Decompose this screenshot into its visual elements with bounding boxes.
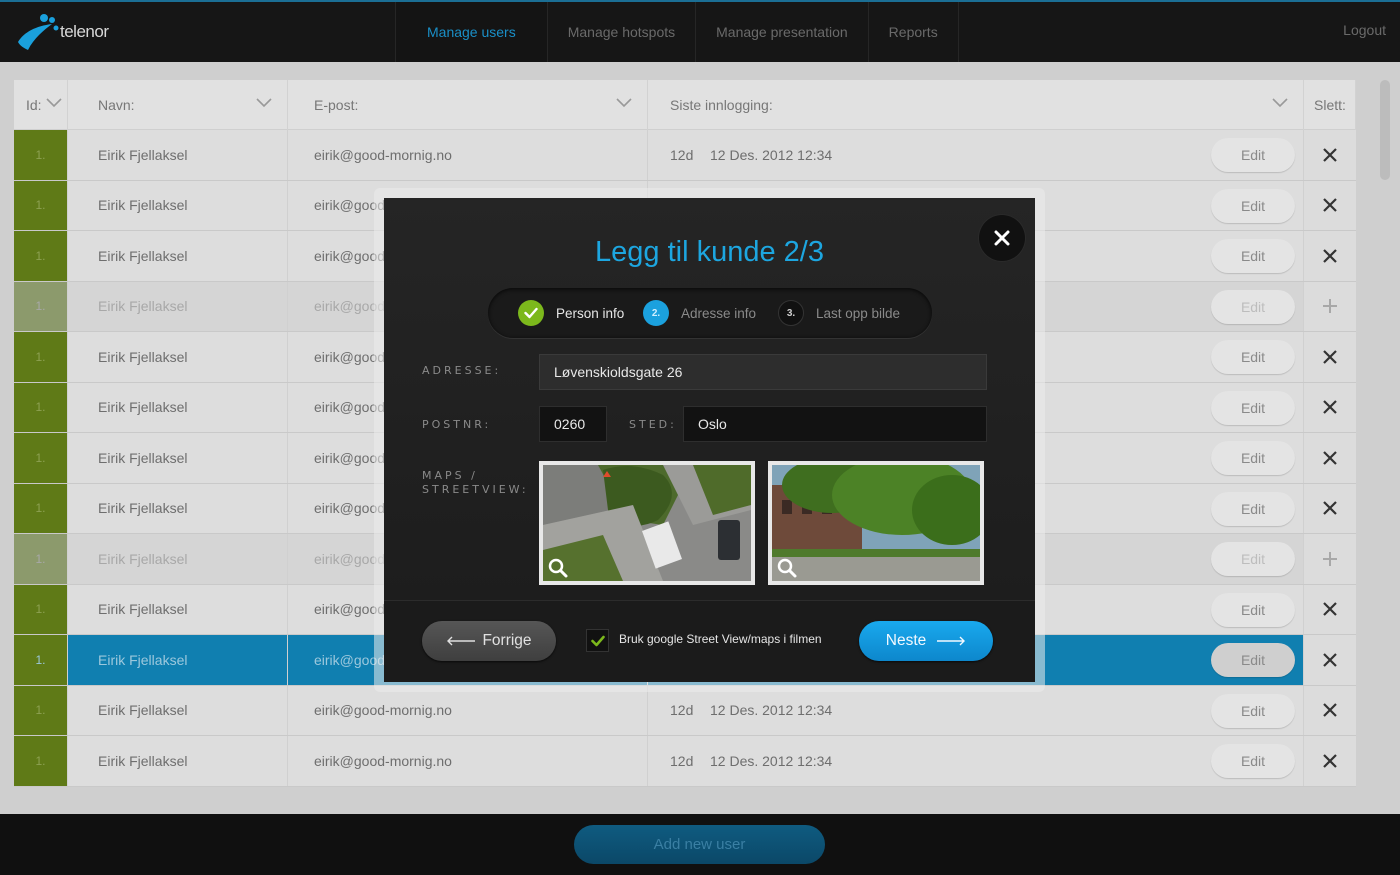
maps-label-line1: MAPS / xyxy=(422,469,478,482)
step-3-marker: 3. xyxy=(778,300,804,326)
map-thumbnail[interactable] xyxy=(539,461,755,585)
step-person-info[interactable]: Person info xyxy=(518,300,624,326)
streetview-checkbox-label: Bruk google Street View/maps i filmen xyxy=(619,632,822,646)
zoom-icon[interactable] xyxy=(547,557,569,579)
step-1-label: Person info xyxy=(556,305,625,321)
modal-footer: Forrige Bruk google Street View/maps i f… xyxy=(384,600,1035,682)
maps-label-line2: STREETVIEW: xyxy=(422,483,529,496)
checkmark-icon xyxy=(590,635,605,646)
step-upload-image[interactable]: 3. Last opp bilde xyxy=(778,300,900,326)
check-icon xyxy=(518,300,544,326)
streetview-checkbox[interactable] xyxy=(586,629,609,652)
step-2-marker: 2. xyxy=(643,300,669,326)
arrow-left-icon xyxy=(447,636,476,646)
modal-frame: Legg til kunde 2/3 Person info 2. Adress… xyxy=(374,188,1045,692)
previous-button-label: Forrige xyxy=(482,632,532,649)
wizard-steps: Person info 2. Adresse info 3. Last opp … xyxy=(488,288,932,338)
step-address-info[interactable]: 2. Adresse info xyxy=(643,300,756,326)
step-2-label: Adresse info xyxy=(681,305,757,321)
modal-overlay: Legg til kunde 2/3 Person info 2. Adress… xyxy=(0,0,1400,875)
postnr-input[interactable]: 0260 xyxy=(539,406,607,442)
add-customer-modal: Legg til kunde 2/3 Person info 2. Adress… xyxy=(384,198,1035,682)
zoom-icon[interactable] xyxy=(776,557,798,579)
streetview-thumbnail[interactable] xyxy=(768,461,984,585)
modal-body: Legg til kunde 2/3 Person info 2. Adress… xyxy=(384,198,1035,600)
sted-input[interactable]: Oslo xyxy=(683,406,987,442)
streetview-image xyxy=(772,465,980,581)
sted-label: STED: xyxy=(629,418,677,431)
modal-title: Legg til kunde 2/3 xyxy=(595,236,824,268)
aerial-map-image xyxy=(543,465,751,581)
step-3-label: Last opp bilde xyxy=(816,305,901,321)
address-label: ADRESSE: xyxy=(422,364,502,377)
arrow-right-icon xyxy=(937,636,966,646)
postnr-label: POSTNR: xyxy=(422,418,492,431)
address-input[interactable]: Løvenskioldsgate 26 xyxy=(539,354,987,390)
next-button[interactable]: Neste xyxy=(859,621,993,661)
previous-button[interactable]: Forrige xyxy=(422,621,556,661)
next-button-label: Neste xyxy=(885,632,927,649)
